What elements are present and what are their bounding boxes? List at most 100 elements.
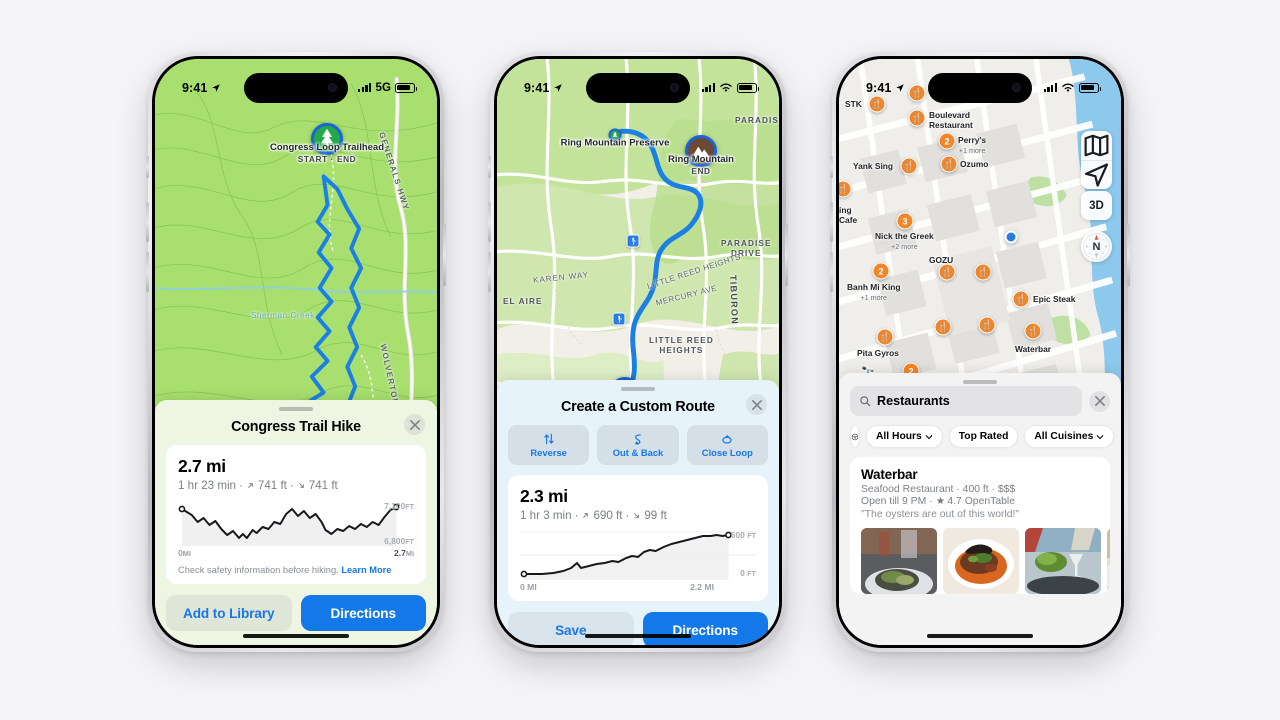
volume-down-button[interactable] xyxy=(488,252,491,292)
volume-up-button[interactable] xyxy=(146,202,149,242)
map-pin-congress-loop-trailhead[interactable]: Congress Loop Trailhead START · END xyxy=(270,123,384,164)
map-pin-ring-mountain[interactable]: Ring Mountain END xyxy=(668,135,734,176)
power-button[interactable] xyxy=(443,224,446,286)
home-indicator[interactable] xyxy=(585,633,691,638)
poi-cluster-count: 2 xyxy=(938,132,956,150)
close-loop-label: Close Loop xyxy=(701,447,753,459)
poi-unnamed-3[interactable]: 🍴 xyxy=(974,263,992,281)
restaurant-result-card[interactable]: Waterbar Seafood Restaurant · 400 ft · $… xyxy=(850,457,1110,595)
photo-cocktail-salad[interactable] xyxy=(1025,528,1101,595)
phone-2-custom-route: PARADISE PARADISEDRIVE EL AIRE KAREN WAY… xyxy=(488,52,788,652)
poi-label-perrys: Perry's +1 more xyxy=(958,135,986,155)
restaurant-icon: 🍴 xyxy=(900,157,918,175)
elevation-max-unit: FT xyxy=(747,533,756,541)
volume-up-button[interactable] xyxy=(830,202,833,242)
map-layers-button[interactable] xyxy=(1081,131,1112,160)
all-cuisines-label: All Cuisines xyxy=(1034,431,1094,443)
restaurant-icon: 🍴 xyxy=(978,316,996,334)
route-waypoint-badge[interactable] xyxy=(626,234,640,248)
axis-start-label: 0 MI xyxy=(520,582,537,593)
home-indicator[interactable] xyxy=(243,633,349,638)
descent-value: 741 ft xyxy=(308,479,338,493)
descent-arrow-icon xyxy=(634,513,640,519)
filter-settings-chip[interactable] xyxy=(850,425,860,449)
poi-gozu[interactable]: 🍴 xyxy=(938,263,956,281)
close-button[interactable] xyxy=(404,414,425,436)
poi-perrys[interactable]: 2 xyxy=(938,132,956,150)
out-and-back-button[interactable]: Out & Back xyxy=(597,425,679,466)
directions-button[interactable]: Directions xyxy=(300,595,426,632)
ascent-arrow-icon xyxy=(583,513,589,519)
clear-search-button[interactable] xyxy=(1089,390,1110,412)
close-loop-button[interactable]: Close Loop xyxy=(686,425,768,466)
poi-yank-sing[interactable]: 🍴 xyxy=(900,157,918,175)
volume-down-button[interactable] xyxy=(146,252,149,292)
user-location-dot xyxy=(1004,230,1018,244)
close-icon xyxy=(751,399,762,410)
descent-arrow-icon xyxy=(298,483,304,489)
home-indicator[interactable] xyxy=(927,633,1033,638)
reverse-button[interactable]: Reverse xyxy=(508,425,590,466)
status-left: 9:41 xyxy=(182,81,221,95)
chevron-down-icon xyxy=(1097,434,1104,439)
compass-north-label: N xyxy=(1092,240,1101,253)
open-hours-text: Open till 9 PM · xyxy=(861,496,933,508)
duration-value: 1 hr 3 min xyxy=(520,509,572,523)
close-icon xyxy=(409,419,420,430)
elevation-max-value: 7,100 xyxy=(384,502,406,512)
status-right: 5G xyxy=(358,82,418,94)
close-button[interactable] xyxy=(746,394,767,416)
poi-unnamed-2[interactable]: 🍴 xyxy=(978,316,996,334)
photo-plated-dish[interactable] xyxy=(861,528,937,595)
elevation-profile-chart: 600 FT 0 FT xyxy=(520,530,756,581)
volume-down-button[interactable] xyxy=(830,252,833,292)
safety-text: Check safety information before hiking. xyxy=(178,565,339,576)
toggle-3d-button[interactable]: 3D xyxy=(1081,191,1112,220)
photo-steak-dish[interactable] xyxy=(943,528,1019,595)
photo-partial[interactable] xyxy=(1107,528,1110,595)
location-arrow-icon xyxy=(896,83,905,92)
poi-banh-mi-king[interactable]: 2 xyxy=(872,262,890,280)
poi-cluster-count: 2 xyxy=(872,262,890,280)
hike-meta-row: 1 hr 23 min · 741 ft · 741 ft xyxy=(178,479,414,492)
poi-pita-gyros[interactable]: 🍴 xyxy=(876,328,894,346)
all-cuisines-chip[interactable]: All Cuisines xyxy=(1024,425,1115,449)
route-waypoint-badge-2[interactable] xyxy=(612,312,626,326)
silent-switch[interactable] xyxy=(488,156,491,178)
map-controls-stack xyxy=(1081,131,1112,189)
silent-switch[interactable] xyxy=(146,156,149,178)
power-button[interactable] xyxy=(785,224,788,286)
compass-button[interactable]: N xyxy=(1081,231,1112,262)
all-hours-chip[interactable]: All Hours xyxy=(866,425,943,449)
restaurant-icon: 🍴 xyxy=(974,263,992,281)
star-icon xyxy=(936,497,944,505)
add-to-library-button[interactable]: Add to Library xyxy=(166,595,292,632)
route-action-buttons: Save Directions xyxy=(497,601,779,645)
power-button[interactable] xyxy=(1127,224,1130,286)
cellular-signal-icon xyxy=(358,83,372,92)
poi-ling-cafe[interactable]: 🍴 xyxy=(839,180,852,198)
hike-action-buttons: Add to Library Directions xyxy=(155,584,437,632)
poi-label-ling-cafe: ing Cafe xyxy=(839,205,858,225)
learn-more-link[interactable]: Learn More xyxy=(341,565,391,575)
custom-route-sheet: Create a Custom Route Reverse Out & Back… xyxy=(497,380,779,645)
pin-label-text: Congress Loop Trailhead xyxy=(269,142,385,153)
locate-me-button[interactable] xyxy=(1081,160,1112,189)
poi-nick-the-greek[interactable]: 3 xyxy=(896,212,914,230)
poi-waterbar[interactable]: 🍴 xyxy=(1024,322,1042,340)
map-pin-ring-mountain-preserve[interactable]: Ring Mountain Preserve xyxy=(561,128,669,148)
restaurant-photo-strip[interactable] xyxy=(861,528,1110,595)
chevron-down-icon xyxy=(925,434,933,439)
poi-unnamed-1[interactable]: 🍴 xyxy=(934,318,952,336)
poi-epic-steak[interactable]: 🍴 xyxy=(1012,290,1030,308)
poi-boulevard-restaurant[interactable]: 🍴 xyxy=(908,109,926,127)
arrows-up-down-icon xyxy=(543,433,554,445)
axis-end-label: 2.2 MI xyxy=(690,582,714,593)
poi-ozumo[interactable]: 🍴 xyxy=(940,155,958,173)
volume-up-button[interactable] xyxy=(488,202,491,242)
save-button[interactable]: Save xyxy=(508,612,634,645)
silent-switch[interactable] xyxy=(830,156,833,178)
top-rated-chip[interactable]: Top Rated xyxy=(948,425,1019,449)
search-input[interactable]: Restaurants xyxy=(850,386,1082,417)
directions-button[interactable]: Directions xyxy=(642,612,768,645)
